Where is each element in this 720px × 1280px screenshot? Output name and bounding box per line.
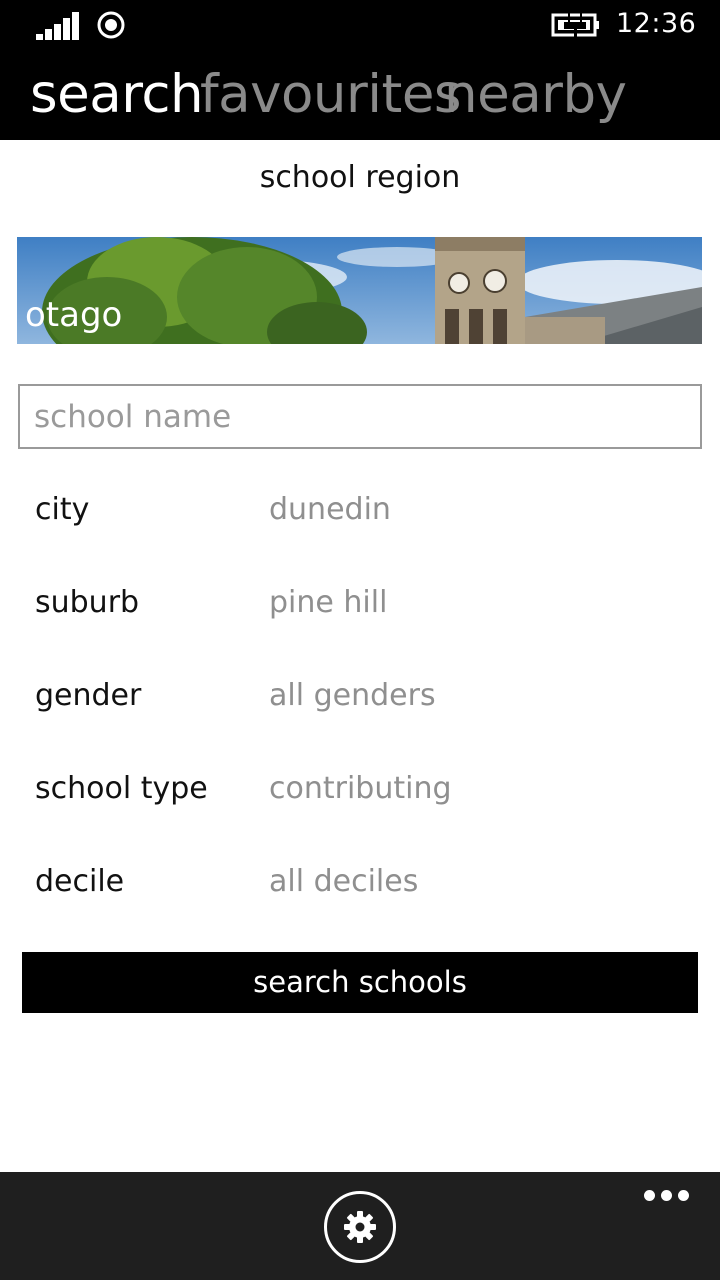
- settings-button[interactable]: [324, 1191, 396, 1263]
- gender-label: gender: [35, 678, 142, 713]
- school-type-value[interactable]: contributing: [269, 771, 452, 806]
- status-time: 12:36: [616, 8, 697, 39]
- region-name: otago: [25, 295, 123, 335]
- wifi-icon: [97, 11, 125, 39]
- tab-nearby[interactable]: nearby: [444, 62, 627, 128]
- decile-label: decile: [35, 864, 125, 899]
- school-name-input[interactable]: [20, 386, 700, 447]
- region-heading: school region: [259, 160, 461, 195]
- signal-strength-icon: [36, 12, 79, 40]
- city-value[interactable]: dunedin: [269, 492, 391, 527]
- gender-selector[interactable]: gender all genders: [0, 678, 720, 738]
- decile-selector[interactable]: decile all deciles: [0, 864, 720, 924]
- tab-search[interactable]: search: [30, 62, 204, 128]
- gender-value[interactable]: all genders: [269, 678, 436, 713]
- settings-icon: [344, 1211, 376, 1243]
- city-selector[interactable]: city dunedin: [0, 492, 720, 552]
- suburb-label: suburb: [35, 585, 140, 620]
- decile-value[interactable]: all deciles: [269, 864, 418, 899]
- city-label: city: [35, 492, 90, 527]
- app-bar: [0, 1172, 720, 1280]
- battery-charging-icon: [551, 13, 599, 37]
- school-name-field[interactable]: [18, 384, 702, 449]
- pivot-header: search favourites nearby: [0, 52, 720, 140]
- more-options-icon[interactable]: [640, 1186, 692, 1206]
- status-bar: 12:36: [0, 0, 720, 52]
- suburb-value[interactable]: pine hill: [269, 585, 387, 620]
- search-schools-button[interactable]: search schools: [22, 952, 698, 1013]
- school-type-label: school type: [35, 771, 208, 806]
- school-type-selector[interactable]: school type contributing: [0, 771, 720, 831]
- tab-favourites[interactable]: favourites: [200, 62, 462, 128]
- region-banner[interactable]: otago: [17, 237, 702, 344]
- suburb-selector[interactable]: suburb pine hill: [0, 585, 720, 645]
